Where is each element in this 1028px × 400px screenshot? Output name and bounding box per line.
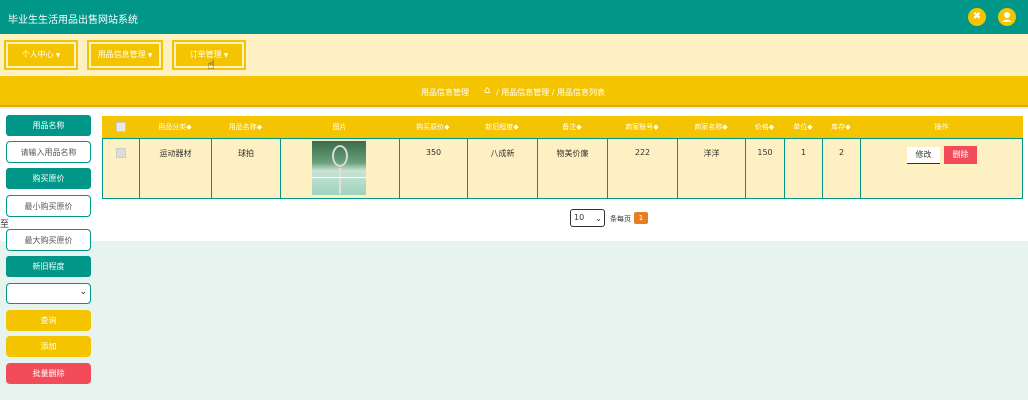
home-icon[interactable]: ⌂ — [484, 85, 490, 96]
column-header: 操作 — [934, 123, 949, 131]
column-header[interactable]: 单位◆ — [784, 116, 822, 138]
cell-price: 150 — [746, 139, 785, 198]
column-header[interactable]: 商家账号◆ — [607, 116, 677, 138]
hand-cursor-icon: ☝ — [207, 58, 215, 73]
top-header: 毕业生生活用品出售网站系统 ✖ — [0, 0, 1028, 34]
batch-delete-button[interactable]: 批量删除 — [6, 363, 91, 384]
caret-down-icon: ▼ — [55, 52, 61, 59]
cell-original-price: 350 — [400, 139, 468, 198]
app-title: 毕业生生活用品出售网站系统 — [8, 15, 138, 26]
column-header: 图片 — [332, 123, 347, 131]
product-image[interactable] — [312, 141, 366, 195]
cell-note: 物美价廉 — [538, 139, 608, 198]
cell-unit: 1 — [785, 139, 823, 198]
nav-item-personal-center[interactable]: 个人中心 ▼ — [4, 40, 78, 70]
breadcrumb: 用品信息管理 ⌂ / 用品信息管理 / 用品信息列表 — [0, 76, 1028, 107]
close-x-icon[interactable]: ✖ — [968, 8, 986, 26]
add-button[interactable]: 添加 — [6, 336, 91, 357]
cell-condition: 八成新 — [468, 139, 538, 198]
nav-item-label: 个人中心 — [21, 50, 54, 59]
cell-seller-account: 222 — [608, 139, 678, 198]
product-name-label: 用品名称 — [6, 115, 91, 136]
cell-stock: 2 — [823, 139, 861, 198]
column-header[interactable]: 价格◆ — [745, 116, 784, 138]
condition-label: 新旧程度 — [6, 256, 91, 277]
column-header[interactable]: 库存◆ — [822, 116, 860, 138]
user-icon[interactable] — [998, 8, 1016, 26]
range-to-label: 至 — [0, 220, 10, 230]
column-header[interactable]: 新旧程度◆ — [467, 116, 537, 138]
max-price-input[interactable] — [6, 229, 91, 251]
caret-down-icon: ▼ — [223, 52, 229, 59]
chevron-down-icon: ⌄ — [595, 214, 602, 223]
column-header[interactable]: 用品分类◆ — [139, 116, 211, 138]
cell-name: 球拍 — [212, 139, 281, 198]
caret-down-icon: ▼ — [147, 52, 153, 59]
row-checkbox[interactable] — [103, 139, 140, 198]
cell-seller-name: 洋洋 — [678, 139, 746, 198]
table-row: 运动器材 球拍 350 八成新 物美价廉 222 洋洋 150 1 2 修改 删… — [102, 138, 1023, 199]
nav-menu: 个人中心 ▼ 用品信息管理 ▼ 订单管理 ▼ — [0, 34, 1028, 76]
cell-image — [281, 139, 400, 198]
breadcrumb-path: / 用品信息管理 / 用品信息列表 — [496, 88, 606, 97]
table-header: 用品分类◆ 用品名称◆ 图片 购买原价◆ 新旧程度◆ 备注◆ 商家账号◆ 商家名… — [102, 116, 1023, 138]
breadcrumb-section: 用品信息管理 — [421, 88, 469, 97]
select-all-checkbox[interactable] — [102, 116, 139, 138]
cell-category: 运动器材 — [140, 139, 212, 198]
column-header[interactable]: 购买原价◆ — [399, 116, 467, 138]
nav-item-label: 用品信息管理 — [97, 50, 146, 59]
column-header[interactable]: 备注◆ — [537, 116, 607, 138]
condition-select[interactable]: ⌄ — [6, 283, 91, 304]
column-header[interactable]: 商家名称◆ — [677, 116, 745, 138]
chevron-down-icon: ⌄ — [79, 287, 87, 297]
edit-button[interactable]: 修改 — [907, 147, 940, 164]
query-button[interactable]: 查询 — [6, 310, 91, 331]
per-page-label: 条每页 — [610, 215, 631, 223]
column-header[interactable]: 用品名称◆ — [211, 116, 280, 138]
nav-item-product-management[interactable]: 用品信息管理 ▼ — [87, 40, 163, 70]
delete-button[interactable]: 删除 — [944, 146, 977, 164]
min-price-input[interactable] — [6, 195, 91, 217]
page-size-select[interactable]: 10 ⌄ — [570, 209, 605, 227]
cell-actions: 修改 删除 — [861, 139, 1022, 198]
page-number-button[interactable]: 1 — [634, 212, 648, 224]
page-size-value: 10 — [574, 213, 585, 222]
nav-item-label: 订单管理 — [189, 50, 222, 59]
original-price-label: 购买原价 — [6, 168, 91, 189]
product-name-input[interactable] — [6, 141, 91, 163]
